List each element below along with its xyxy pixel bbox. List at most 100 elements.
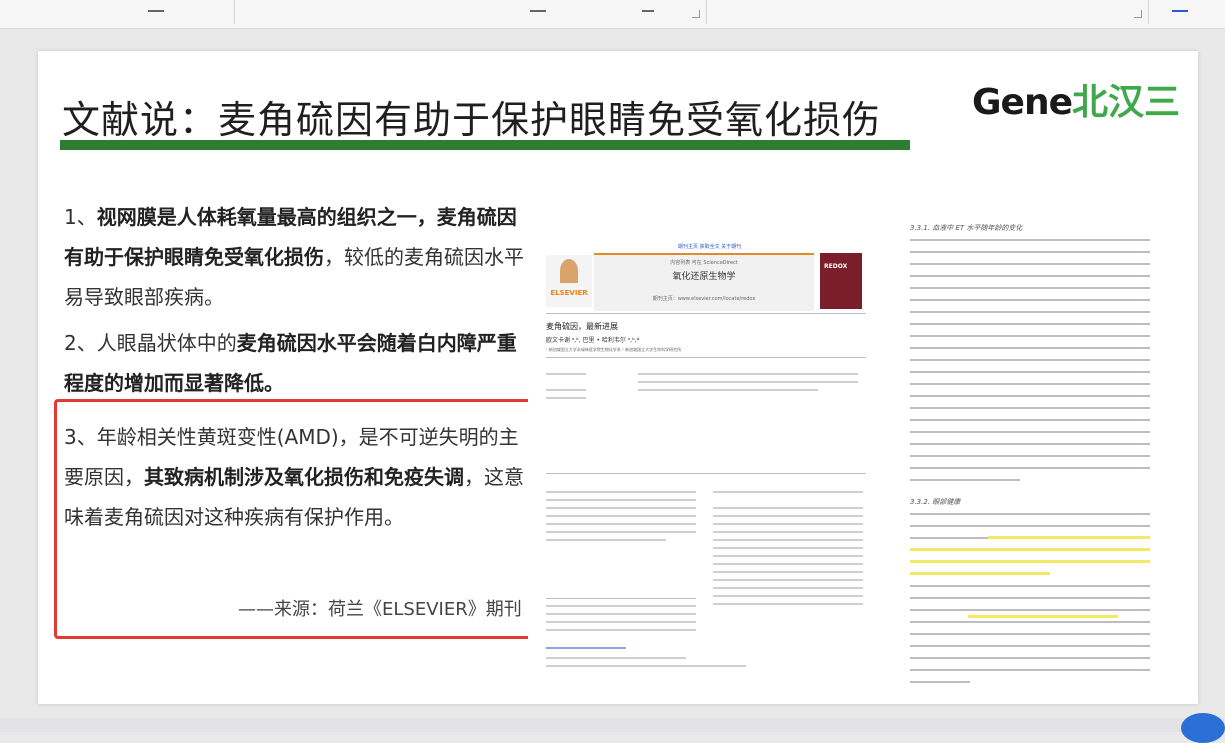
text-line (713, 547, 863, 549)
text-line (546, 665, 746, 667)
expand-corner-icon[interactable] (692, 10, 700, 18)
text-line (546, 507, 696, 509)
text-line (910, 467, 1150, 469)
tree-icon (560, 259, 578, 283)
divider (546, 473, 866, 474)
text-line (713, 507, 863, 509)
text-line (713, 563, 863, 565)
text-line (910, 585, 1150, 587)
journal-header: 内容列表 可在 ScienceDirect 氧化还原生物学 期刊主页：www.e… (594, 253, 814, 311)
assistant-globe-icon[interactable] (1181, 713, 1225, 743)
text-line (713, 587, 863, 589)
presentation-slide: 文献说：麦角硫因有助于保护眼睛免受氧化损伤 Gene北汉三 1、视网膜是人体耗氧… (38, 51, 1198, 704)
section-heading: 3.3.2. 眼部健康 (910, 498, 961, 506)
bottom-strip (0, 718, 1225, 732)
point-number: 1、 (64, 205, 97, 229)
text-line (546, 539, 666, 541)
text-line (546, 629, 696, 631)
tool-icon[interactable] (530, 2, 546, 12)
text-line (713, 531, 863, 533)
cover-text: REDOX (824, 263, 848, 270)
text-line (713, 515, 863, 517)
slide-title: 文献说：麦角硫因有助于保护眼睛免受氧化损伤 (62, 98, 882, 142)
expand-corner-icon[interactable] (1134, 10, 1142, 18)
text-line (713, 595, 863, 597)
highlight (910, 572, 1050, 575)
title-underline (60, 140, 910, 150)
point-2: 2、人眼晶状体中的麦角硫因水平会随着白内障严重程度的增加而显著降低。 (64, 323, 536, 403)
toolbar-divider (706, 0, 707, 24)
right-column-text: 3.3.1. 血液中 ET 水平随年龄的变化 3.3.2. 眼部健康 (908, 221, 1158, 691)
point-1: 1、视网膜是人体耗氧量最高的组织之一，麦角硫因有助于保护眼睛免受氧化损伤，较低的… (64, 197, 536, 317)
text-line (638, 381, 858, 383)
journal-link[interactable]: 期刊主页 获取全文 关于期刊 (678, 243, 741, 250)
article-affiliation: ᵃ 新加坡国立大学永禄林医学院生物化学系 ᵇ 新加坡国立大学生命科学研究所 (546, 347, 682, 352)
publisher-name: ELSEVIER (550, 289, 588, 297)
journal-cover: REDOX (820, 253, 862, 309)
text-line (713, 539, 863, 541)
text-line (910, 513, 1150, 515)
text-line (546, 397, 586, 399)
paper-screenshot: 期刊主页 获取全文 关于期刊 ELSEVIER 内容列表 可在 ScienceD… (528, 223, 880, 685)
text-line (910, 609, 1150, 611)
toolbar-divider (1148, 0, 1149, 24)
highlight (968, 615, 1118, 618)
panel-icon[interactable] (1172, 2, 1188, 12)
text-line (910, 597, 1150, 599)
text-line (910, 431, 1150, 433)
text-line (546, 531, 696, 533)
text-line (910, 455, 1150, 457)
text-line (910, 395, 1150, 397)
text-line (546, 647, 626, 649)
highlight (910, 560, 1150, 563)
text-line (910, 419, 1150, 421)
text-line (910, 359, 1150, 361)
text-line (546, 373, 586, 375)
highlight (988, 536, 1150, 539)
point-number: 2、 (64, 331, 97, 355)
text-line (910, 239, 1150, 241)
contents-line: 内容列表 可在 ScienceDirect (670, 260, 738, 266)
text-line (910, 657, 1150, 659)
text-line (910, 621, 1150, 623)
text-line (546, 515, 696, 517)
text-line (910, 479, 1020, 481)
text-line (713, 491, 863, 493)
text-line (546, 389, 586, 391)
text-line (638, 389, 818, 391)
journal-homepage: 期刊主页：www.elsevier.com/locate/redox (652, 296, 756, 302)
text-line (713, 571, 863, 573)
text-line (910, 669, 1150, 671)
text-line (546, 657, 686, 659)
divider (546, 357, 866, 358)
text-line (546, 491, 696, 493)
text-line (910, 251, 1150, 253)
text-line (546, 499, 696, 501)
logo-latin-text: Gene (972, 82, 1073, 123)
text-line (910, 645, 1150, 647)
elsevier-logo: ELSEVIER (546, 255, 592, 307)
text-line (910, 287, 1150, 289)
text-line (910, 275, 1150, 277)
text-line (910, 311, 1150, 313)
text-line (910, 347, 1150, 349)
point-bold: 视网膜是人体耗氧量最高的组织之一， (96, 205, 437, 229)
point-text: 人眼晶状体中的 (96, 331, 237, 355)
app-toolbar (0, 0, 1225, 29)
divider (546, 598, 696, 599)
text-line (910, 525, 1150, 527)
text-line (910, 681, 970, 683)
text-line (910, 407, 1150, 409)
menu-icon[interactable] (148, 2, 164, 12)
divider (546, 313, 866, 314)
text-line (546, 621, 696, 623)
text-line (713, 555, 863, 557)
text-line (910, 633, 1150, 635)
highlight (910, 548, 1150, 551)
logo-chinese-text: 北汉三 (1072, 82, 1181, 123)
text-line (910, 335, 1150, 337)
text-line (910, 299, 1150, 301)
text-line (713, 523, 863, 525)
tool-icon[interactable] (642, 2, 654, 12)
text-line (910, 383, 1150, 385)
